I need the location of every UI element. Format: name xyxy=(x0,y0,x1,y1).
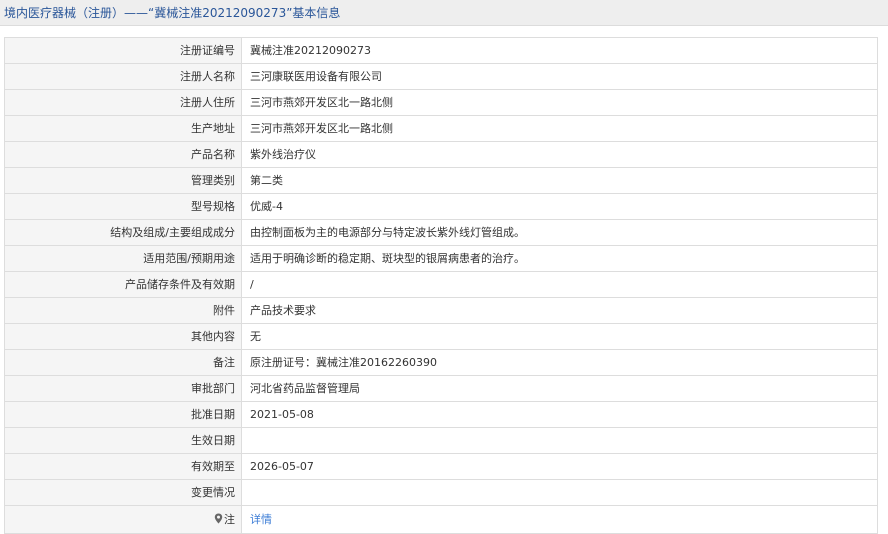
page-header-bar: 境内医疗器械（注册）——“冀械注准20212090273”基本信息 xyxy=(0,0,888,26)
field-label: 附件 xyxy=(4,297,242,324)
field-label: 结构及组成/主要组成成分 xyxy=(4,219,242,246)
field-value: 河北省药品监督管理局 xyxy=(241,375,878,402)
field-label: 批准日期 xyxy=(4,401,242,428)
field-label: 注册人名称 xyxy=(4,63,242,90)
note-label-cell: 注 xyxy=(4,505,242,534)
table-row: 产品名称 紫外线治疗仪 xyxy=(4,141,878,168)
field-value: 2021-05-08 xyxy=(241,401,878,428)
field-value: 原注册证号：冀械注准20162260390 xyxy=(241,349,878,376)
field-label: 生产地址 xyxy=(4,115,242,142)
table-row: 注册人住所 三河市燕郊开发区北一路北侧 xyxy=(4,89,878,116)
field-label: 管理类别 xyxy=(4,167,242,194)
field-label: 注册人住所 xyxy=(4,89,242,116)
field-value: 紫外线治疗仪 xyxy=(241,141,878,168)
table-row: 生产地址 三河市燕郊开发区北一路北侧 xyxy=(4,115,878,142)
field-value: 2026-05-07 xyxy=(241,453,878,480)
field-value xyxy=(241,427,878,454)
field-value: 适用于明确诊断的稳定期、斑块型的银屑病患者的治疗。 xyxy=(241,245,878,272)
field-value: 优威-4 xyxy=(241,193,878,220)
note-value-cell: 详情 xyxy=(241,505,878,534)
field-label: 有效期至 xyxy=(4,453,242,480)
field-value: 第二类 xyxy=(241,167,878,194)
field-label: 适用范围/预期用途 xyxy=(4,245,242,272)
table-row: 附件 产品技术要求 xyxy=(4,297,878,324)
field-value: 产品技术要求 xyxy=(241,297,878,324)
field-value xyxy=(241,479,878,506)
note-row: 注 详情 xyxy=(4,505,878,534)
field-label: 产品储存条件及有效期 xyxy=(4,271,242,298)
field-label: 审批部门 xyxy=(4,375,242,402)
field-value: / xyxy=(241,271,878,298)
field-label: 注册证编号 xyxy=(4,37,242,64)
field-label: 其他内容 xyxy=(4,323,242,350)
field-value: 三河康联医用设备有限公司 xyxy=(241,63,878,90)
table-row: 产品储存条件及有效期 / xyxy=(4,271,878,298)
table-row: 有效期至 2026-05-07 xyxy=(4,453,878,480)
table-row: 生效日期 xyxy=(4,427,878,454)
note-label: 注 xyxy=(224,513,235,526)
table-row: 审批部门 河北省药品监督管理局 xyxy=(4,375,878,402)
field-label: 变更情况 xyxy=(4,479,242,506)
table-row: 结构及组成/主要组成成分 由控制面板为主的电源部分与特定波长紫外线灯管组成。 xyxy=(4,219,878,246)
details-link[interactable]: 详情 xyxy=(250,513,272,526)
field-label: 型号规格 xyxy=(4,193,242,220)
field-label: 备注 xyxy=(4,349,242,376)
field-label: 生效日期 xyxy=(4,427,242,454)
table-row: 注册人名称 三河康联医用设备有限公司 xyxy=(4,63,878,90)
table-row: 适用范围/预期用途 适用于明确诊断的稳定期、斑块型的银屑病患者的治疗。 xyxy=(4,245,878,272)
table-row: 变更情况 xyxy=(4,479,878,506)
table-row: 其他内容 无 xyxy=(4,323,878,350)
field-value: 由控制面板为主的电源部分与特定波长紫外线灯管组成。 xyxy=(241,219,878,246)
field-label: 产品名称 xyxy=(4,141,242,168)
field-value: 无 xyxy=(241,323,878,350)
page-title: 境内医疗器械（注册）——“冀械注准20212090273”基本信息 xyxy=(4,6,341,20)
table-row: 批准日期 2021-05-08 xyxy=(4,401,878,428)
table-row: 管理类别 第二类 xyxy=(4,167,878,194)
table-row: 备注 原注册证号：冀械注准20162260390 xyxy=(4,349,878,376)
basic-info-table: 注册证编号 冀械注准20212090273 注册人名称 三河康联医用设备有限公司… xyxy=(4,37,878,534)
table-row: 型号规格 优威-4 xyxy=(4,193,878,220)
field-value: 三河市燕郊开发区北一路北侧 xyxy=(241,89,878,116)
table-row: 注册证编号 冀械注准20212090273 xyxy=(4,37,878,64)
map-pin-icon xyxy=(214,513,223,524)
field-value: 冀械注准20212090273 xyxy=(241,37,878,64)
field-value: 三河市燕郊开发区北一路北侧 xyxy=(241,115,878,142)
